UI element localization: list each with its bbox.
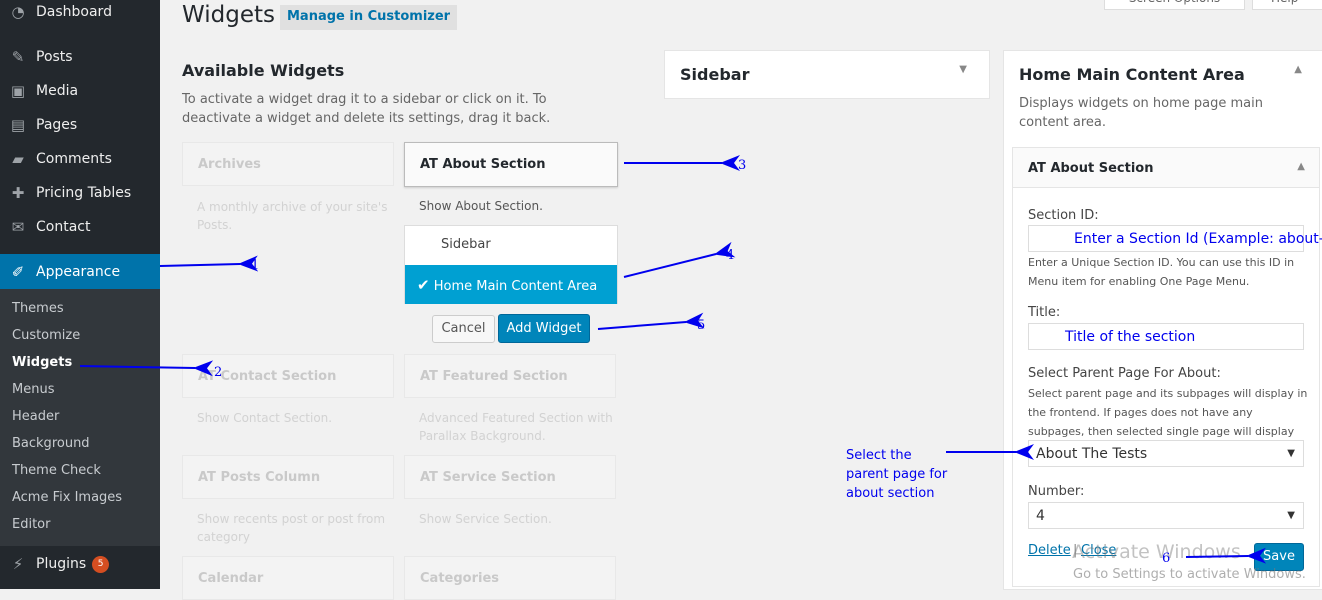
- annotation-3: 3: [738, 158, 747, 173]
- annotation-note: Select the parent page for about section: [846, 448, 948, 501]
- annotation-arrows: [79, 155, 1267, 564]
- arrow-6: [1185, 547, 1267, 564]
- arrow-2: [79, 360, 214, 377]
- arrow-4: [623, 241, 736, 278]
- arrow-5: [597, 312, 705, 330]
- annotation-6: 6: [1162, 551, 1171, 566]
- annotation-2: 2: [214, 365, 223, 380]
- arrow-1: [159, 255, 259, 272]
- annotation-4: 4: [726, 248, 735, 263]
- annotation-5: 5: [697, 318, 706, 333]
- annotation-1: 1: [251, 258, 260, 273]
